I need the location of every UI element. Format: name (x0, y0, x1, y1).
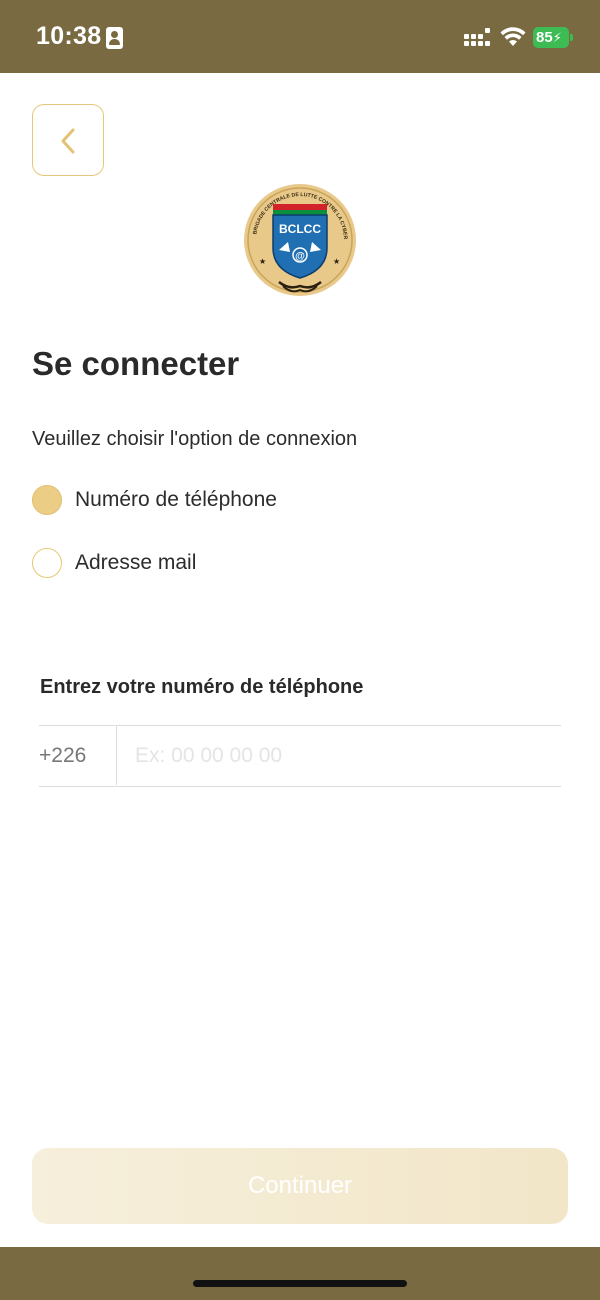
wifi-icon (500, 27, 526, 46)
battery-charging-icon: 85⚡ (533, 27, 573, 48)
svg-text:★: ★ (333, 257, 340, 266)
page-title: Se connecter (32, 345, 240, 382)
logo-text: BCLCC (279, 222, 321, 236)
radio-label-email: Adresse mail (75, 551, 197, 574)
radio-option-phone[interactable]: Numéro de téléphone (32, 484, 432, 516)
status-bar: 10:38 85⚡ (0, 0, 600, 73)
status-time: 10:38 (36, 22, 102, 50)
phone-field-label: Entrez votre numéro de téléphone (40, 676, 364, 698)
radio-selected-icon[interactable] (32, 485, 62, 515)
chevron-left-icon (61, 128, 75, 154)
battery-level: 85 (536, 29, 553, 46)
phone-input[interactable] (135, 726, 555, 785)
phone-field: +226 (39, 725, 561, 787)
logo-symbol: @ (295, 251, 305, 262)
radio-unselected-icon[interactable] (32, 548, 62, 578)
radio-label-phone: Numéro de téléphone (75, 488, 277, 511)
cellular-signal-icon (464, 28, 492, 48)
back-button[interactable] (32, 104, 104, 176)
login-screen: 10:38 85⚡ BRIGADE CENTRALE DE LUTTE CONT… (0, 0, 600, 1300)
continue-button[interactable]: Continuer (32, 1148, 568, 1224)
radio-option-email[interactable]: Adresse mail (32, 547, 432, 579)
contact-card-icon (106, 27, 123, 49)
bclcc-logo: BRIGADE CENTRALE DE LUTTE CONTRE LA CYBE… (243, 180, 356, 296)
login-instruction: Veuillez choisir l'option de connexion (32, 428, 358, 450)
country-code[interactable]: +226 (39, 726, 117, 785)
home-indicator[interactable] (193, 1280, 407, 1287)
bottom-bar (0, 1247, 600, 1300)
svg-text:★: ★ (259, 257, 266, 266)
